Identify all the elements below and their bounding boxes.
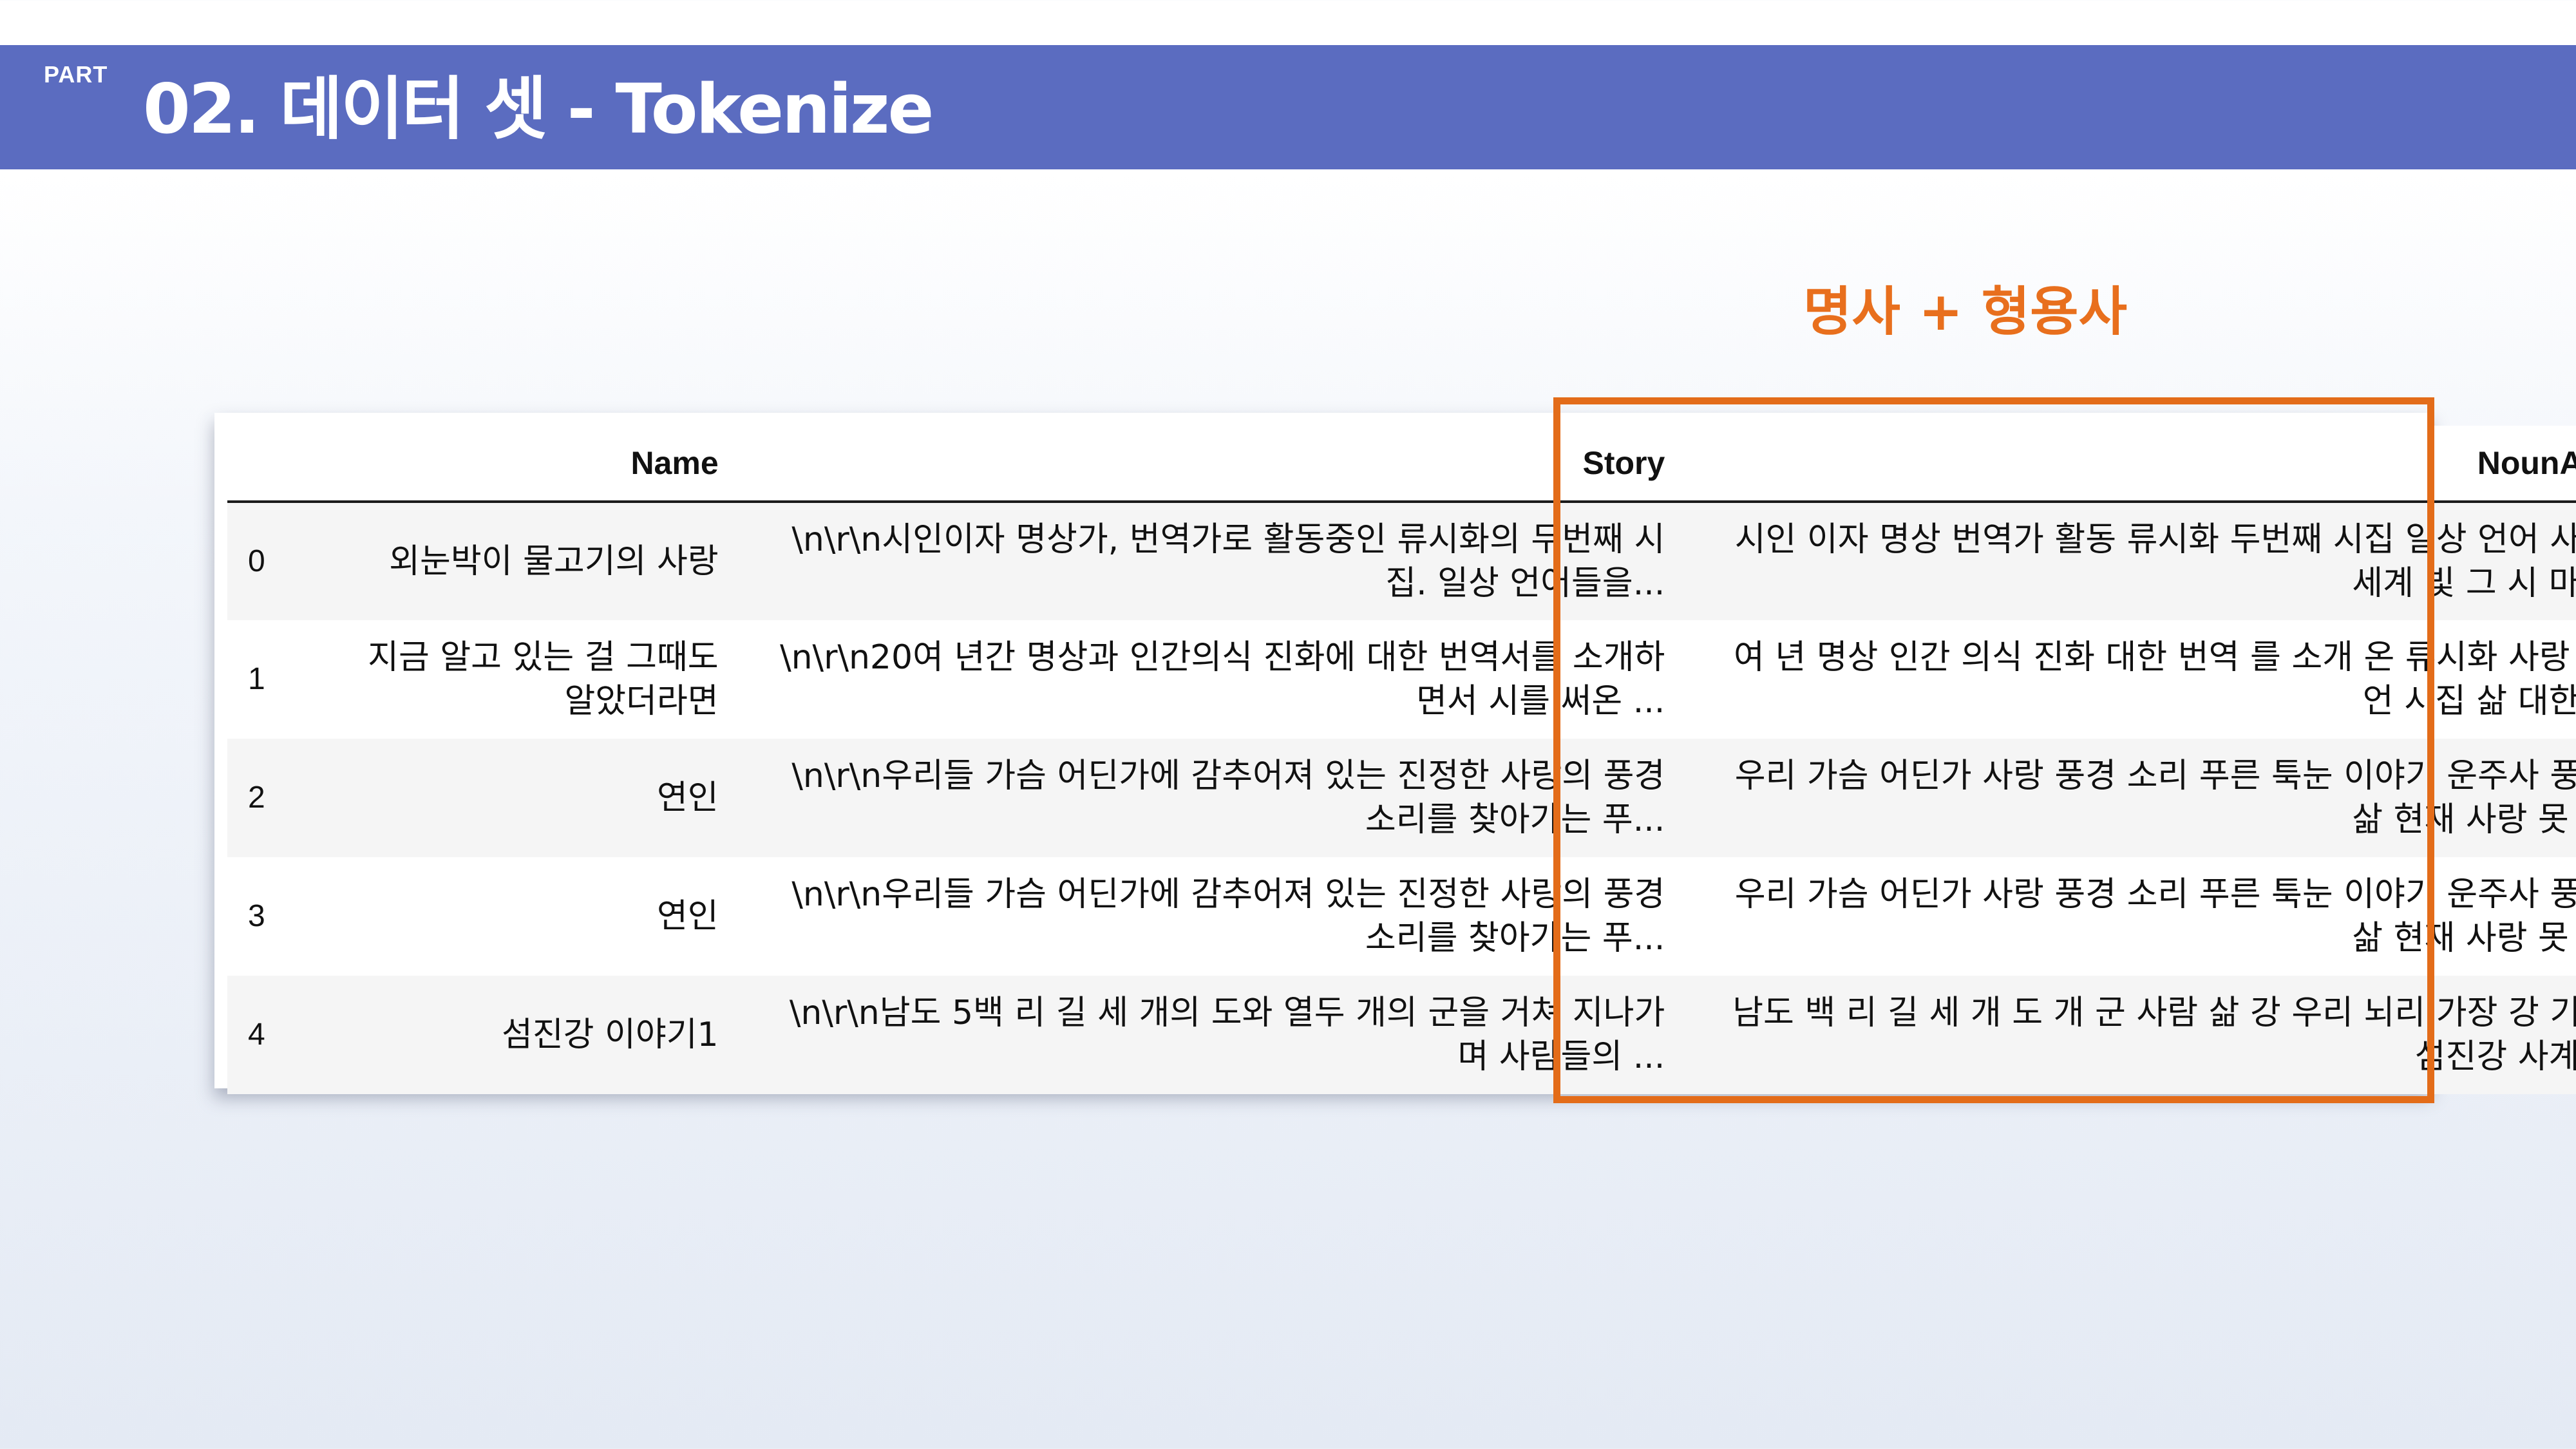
dataframe-table: Name Story NounAdj 0 외눈박이 물고기의 사랑 \n\r\n…: [227, 426, 2576, 1094]
row-index: 1: [248, 662, 265, 696]
table-row: 1 지금 알고 있는 걸 그때도 알았더라면 \n\r\n20여 년간 명상과 …: [227, 620, 2576, 739]
row-index: 2: [248, 781, 265, 815]
name-cell: 섬진강 이야기1: [501, 1016, 719, 1054]
nounadj-cell: 여 년 명상 인간 의식 진화 대한 번역 를 소개 온 류시화 사랑 잠언 시…: [1733, 638, 2576, 721]
name-header: Name: [305, 426, 747, 503]
nounadj-cell: 우리 가슴 어딘가 사랑 풍경 소리 푸른 툭눈 이야기 운주사 풍경 삶 현재…: [1734, 757, 2576, 839]
name-cell: 연인: [656, 897, 719, 936]
story-header: Story: [746, 426, 1694, 503]
row-index: 0: [248, 544, 265, 578]
part-label: PART: [44, 61, 108, 88]
story-cell: \n\r\n20여 년간 명상과 인간의식 진화에 대한 번역서를 소개하면서 …: [780, 638, 1665, 721]
nounadj-cell: 남도 백 리 길 세 개 도 개 군 사람 삶 강 우리 뇌리 가장 강 기억 …: [1732, 994, 2576, 1076]
story-cell: \n\r\n시인이자 명상가, 번역가로 활동중인 류시화의 두번째 시집. 일…: [791, 520, 1665, 603]
nounadj-cell: 시인 이자 명상 번역가 활동 류시화 두번째 시집 일상 언어 사용 세계 빛…: [1734, 520, 2576, 603]
nounadj-header: NounAdj: [1693, 426, 2576, 503]
row-index: 3: [248, 899, 265, 933]
story-cell: \n\r\n우리들 가슴 어딘가에 감추어져 있는 진정한 사랑의 풍경소리를 …: [791, 875, 1665, 958]
nounadj-annotation: 명사 + 형용사: [1803, 281, 2128, 343]
story-cell: \n\r\n우리들 가슴 어딘가에 감추어져 있는 진정한 사랑의 풍경소리를 …: [791, 757, 1665, 839]
index-header: [227, 426, 306, 503]
table-row: 2 연인 \n\r\n우리들 가슴 어딘가에 감추어져 있는 진정한 사랑의 풍…: [227, 739, 2576, 857]
name-cell: 지금 알고 있는 걸 그때도 알았더라면: [368, 638, 719, 721]
page-title: 02. 데이터 셋 - Tokenize: [143, 70, 934, 149]
table-row: 0 외눈박이 물고기의 사랑 \n\r\n시인이자 명상가, 번역가로 활동중인…: [227, 502, 2576, 620]
table-row: 4 섬진강 이야기1 \n\r\n남도 5백 리 길 세 개의 도와 열두 개의…: [227, 976, 2576, 1094]
story-cell: \n\r\n남도 5백 리 길 세 개의 도와 열두 개의 군을 거쳐 지나가며…: [789, 994, 1665, 1076]
name-cell: 외눈박이 물고기의 사랑: [389, 542, 719, 581]
name-cell: 연인: [656, 779, 719, 817]
dataframe-card: Name Story NounAdj 0 외눈박이 물고기의 사랑 \n\r\n…: [214, 413, 2576, 1094]
table-header-row: Name Story NounAdj: [227, 426, 2576, 503]
row-index: 4: [248, 1018, 265, 1052]
nounadj-cell: 우리 가슴 어딘가 사랑 풍경 소리 푸른 툭눈 이야기 운주사 풍경 삶 현재…: [1734, 875, 2576, 958]
table-row: 3 연인 \n\r\n우리들 가슴 어딘가에 감추어져 있는 진정한 사랑의 풍…: [227, 857, 2576, 976]
